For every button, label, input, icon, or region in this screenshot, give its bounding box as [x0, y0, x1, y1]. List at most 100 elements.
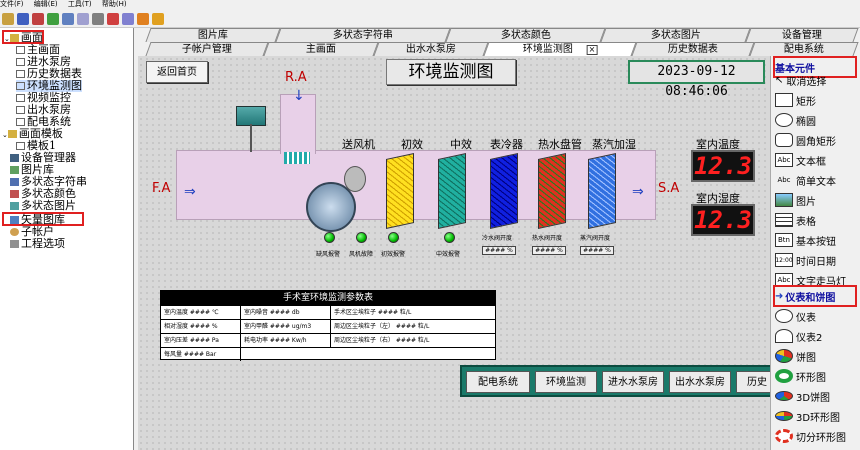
tree-root-screens[interactable]: ⌄ 画面: [2, 30, 44, 44]
valve-label: 冷水阀开度: [482, 235, 513, 242]
table-cell: 耗电功率 #### Kw/h: [241, 334, 331, 347]
folder-icon: [7, 130, 17, 138]
redo-icon[interactable]: [152, 12, 164, 25]
palette-item-table[interactable]: 表格: [775, 210, 816, 230]
save-icon[interactable]: [17, 12, 29, 25]
tab-subaccount[interactable]: 子帐户管理: [145, 42, 269, 56]
valve-label: 热水阀开度: [532, 235, 563, 242]
palette-item-3dpie[interactable]: 3D饼图: [775, 386, 830, 406]
3d-pie-icon: [775, 391, 793, 401]
menu-edit[interactable]: 编辑(E): [34, 0, 58, 8]
tree-project-options[interactable]: 工程选项: [10, 238, 65, 250]
rectangle-icon: [775, 93, 793, 107]
nav-history-button[interactable]: 历史: [736, 371, 770, 393]
page-icon: [16, 82, 25, 90]
page-icon: [16, 46, 25, 54]
tab-multistate-image[interactable]: 多状态图片: [600, 28, 751, 42]
section-label-humidifier: 蒸汽加湿: [592, 138, 636, 151]
navigation-bar: 配电系统 环境监测 进水水泵房 出水水泵房 历史: [460, 365, 770, 397]
textbox-icon: Abc: [775, 153, 793, 167]
folder-icon: [9, 34, 19, 42]
down-arrow-icon: ↓: [293, 88, 305, 104]
page-icon: [16, 106, 25, 114]
table-row: 相对湿度 #### % 室内甲醛 #### ug/m3 周边区尘埃粒子（左） ###…: [161, 319, 495, 333]
alarm-label: 初效报警: [381, 251, 406, 258]
cooling-coil: [490, 153, 518, 229]
tab-row-top: 图片库 多状态字符串 多状态颜色 多状态图片 设备管理: [138, 28, 860, 42]
window-icon[interactable]: [77, 12, 89, 25]
table-cell: 每风量 #### Bar: [161, 348, 241, 361]
tab-environment[interactable]: 环境监测图 ×: [483, 42, 637, 56]
palette-item-ring[interactable]: 环形图: [775, 366, 826, 386]
monitor-icon[interactable]: [62, 12, 74, 25]
nav-power-button[interactable]: 配电系统: [466, 371, 530, 393]
paste-icon[interactable]: [122, 12, 134, 25]
section-label-fan: 送风机: [342, 138, 375, 151]
palette-icon: [10, 190, 19, 198]
design-canvas[interactable]: 返回首页 环境监测图 2023-09-12 08:46:06 R.A ↓ F.A…: [138, 56, 770, 450]
alarm-label: 缺风报警: [316, 251, 341, 258]
ellipse-icon: [775, 113, 793, 127]
nav-environment-button[interactable]: 环境监测: [535, 371, 597, 393]
back-home-button[interactable]: 返回首页: [146, 61, 208, 83]
pie-icon: [775, 349, 793, 363]
undo-icon[interactable]: [137, 12, 149, 25]
roundrect-icon: [775, 133, 793, 147]
palette-item-datetime[interactable]: 12:00 时间日期: [775, 250, 836, 270]
nav-inlet-pump-button[interactable]: 进水水泵房: [602, 371, 664, 393]
palette-chart-header[interactable]: ➜ 仪表和饼图: [773, 285, 857, 307]
palette-item-ellipse[interactable]: 椭圆: [775, 110, 816, 130]
valve-label: 蒸汽阀开度: [580, 235, 611, 242]
tab-history[interactable]: 历史数据表: [631, 42, 755, 56]
tab-main[interactable]: 主画面: [263, 42, 379, 56]
palette-item-gauge[interactable]: 仪表: [775, 306, 816, 326]
fresh-air-arrow-icon: ⇒: [184, 184, 196, 200]
section-label-primary: 初效: [401, 138, 423, 151]
tab-multistate-color[interactable]: 多状态颜色: [445, 28, 606, 42]
steam-humidifier: [588, 153, 616, 229]
palette-item-pie[interactable]: 饼图: [775, 346, 816, 366]
text-icon: Abc: [777, 176, 791, 184]
menu-help[interactable]: 帮助(H): [102, 0, 127, 8]
palette-item-textbox[interactable]: Abc 文本框: [775, 150, 826, 170]
copy-icon[interactable]: [92, 12, 104, 25]
cut-icon[interactable]: [107, 12, 119, 25]
page-icon: [16, 70, 25, 78]
tab-multistate-string[interactable]: 多状态字符串: [275, 28, 451, 42]
tree-multistate-image[interactable]: 多状态图片: [10, 200, 76, 212]
wrench-icon: [10, 240, 19, 248]
tab-close-icon[interactable]: ×: [586, 45, 597, 55]
tab-outlet-pump[interactable]: 出水水泵房: [373, 42, 489, 56]
palette-item-roundrect[interactable]: 圆角矩形: [775, 130, 836, 150]
palette-item-simpletext[interactable]: Abc 简单文本: [775, 170, 836, 190]
palette-item-deselect[interactable]: ↖ 取消选择: [775, 70, 826, 90]
image-icon: [10, 166, 19, 174]
valve-value: #### %: [482, 246, 516, 255]
palette-item-image[interactable]: 图片: [775, 190, 816, 210]
tab-image-library[interactable]: 图片库: [145, 28, 281, 42]
menu-file[interactable]: 文件(F): [0, 0, 24, 8]
tree-vector-library[interactable]: 矢量图库: [2, 212, 84, 226]
gauge2-icon: [775, 329, 793, 343]
section-label-heater: 热水盘管: [538, 138, 582, 151]
button-icon: Btn: [775, 233, 793, 247]
palette-item-splitring[interactable]: 切分环形图: [775, 426, 846, 446]
tab-power[interactable]: 配电系统: [749, 42, 859, 56]
text-icon: [10, 178, 19, 186]
palette-item-button[interactable]: Btn 基本按钮: [775, 230, 836, 250]
print-icon[interactable]: [32, 12, 44, 25]
palette-item-rect[interactable]: 矩形: [775, 90, 816, 110]
nav-outlet-pump-button[interactable]: 出水水泵房: [669, 371, 731, 393]
temp-value: 12.3: [694, 152, 752, 180]
table-row: 室内压差 #### Pa 耗电功率 #### Kw/h 周边区尘埃粒子（右） ###…: [161, 333, 495, 347]
motor-shaft: [250, 124, 252, 152]
table-row: 室内温度 #### ℃ 室内噪音 #### db 手术区尘埃粒子 #### 粒/L: [161, 305, 495, 319]
palette-item-3dring[interactable]: 3D环形图: [775, 406, 840, 426]
run-icon[interactable]: [47, 12, 59, 25]
palette-item-gauge2[interactable]: 仪表2: [775, 326, 822, 346]
pointer-icon: ↖: [775, 74, 784, 86]
menu-tools[interactable]: 工具(T): [68, 0, 92, 8]
tab-device-manager[interactable]: 设备管理: [745, 28, 859, 42]
open-icon[interactable]: [2, 12, 14, 25]
valve-value: #### %: [532, 246, 566, 255]
